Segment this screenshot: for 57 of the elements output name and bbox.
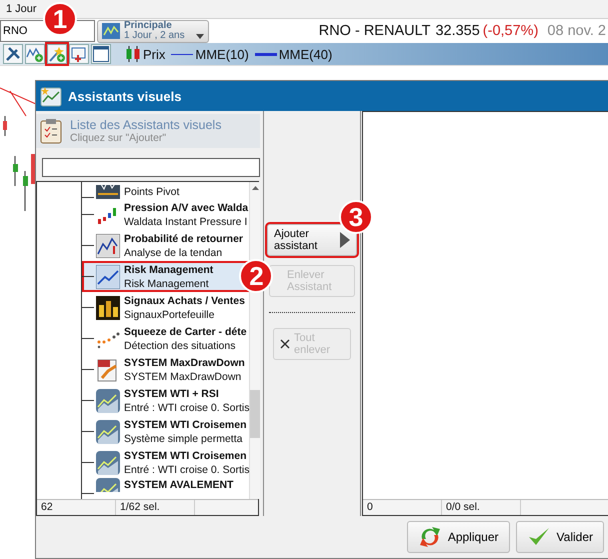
object-add-icon xyxy=(70,45,88,63)
chart-selector[interactable]: Principale 1 Jour , 2 ans xyxy=(97,20,209,42)
legend-label: MME(40) xyxy=(278,46,332,62)
toolbar-button[interactable] xyxy=(47,44,67,64)
apply-button[interactable]: Appliquer xyxy=(406,521,510,553)
scrollbar-thumb[interactable] xyxy=(250,390,260,438)
chart-icon xyxy=(102,23,120,39)
right-triangle-icon xyxy=(340,232,350,248)
list-item[interactable]: SYSTEM WTI + RSI Entré : WTI croise 0. Sortis xyxy=(82,385,250,416)
status-cell: 0/0 sel. xyxy=(442,500,521,515)
search-field[interactable] xyxy=(42,158,260,177)
candles-icon xyxy=(125,45,141,63)
list-item[interactable]: Signaux Achats / Ventes SignauxPortefeuille xyxy=(82,292,250,323)
quote-date: 08 nov. 2 xyxy=(547,23,606,39)
chart-icon xyxy=(96,450,120,474)
chart-icon xyxy=(96,420,120,444)
refresh-arrows-icon xyxy=(418,525,442,549)
chart-wizard-icon xyxy=(40,85,62,107)
bars-icon xyxy=(96,296,120,320)
list-item[interactable]: SYSTEM MaxDrawDown SYSTEM MaxDrawDown xyxy=(82,354,250,385)
chart-icon xyxy=(96,478,120,492)
list-item[interactable]: Points Pivot xyxy=(82,182,250,199)
status-cell: 62 xyxy=(37,500,116,515)
wand-add-icon xyxy=(48,45,66,63)
list-hint: Cliquez sur "Ajouter" xyxy=(70,132,168,144)
chart-icon xyxy=(96,234,120,258)
list-item[interactable]: SYSTEM WTI Croisemen Système simple permetta xyxy=(82,416,250,447)
period-label: 1 Jour xyxy=(6,3,37,15)
instrument-name: RNO - RENAULT xyxy=(318,23,430,39)
clipboard-icon xyxy=(40,118,62,144)
toolbar-button[interactable] xyxy=(91,44,111,64)
price-change: (-0,57%) xyxy=(482,23,538,39)
list-item[interactable]: Pression A/V avec Walda Waldata Instant Pressure I xyxy=(82,199,250,230)
chart-icon xyxy=(96,264,120,288)
list-item[interactable]: SYSTEM WTI Croisemen Entré : WTI croise 0. Sortis xyxy=(82,447,250,478)
list-item[interactable]: Squeeze de Carter - déte Détection des situations xyxy=(82,323,250,354)
toolbar-button[interactable] xyxy=(69,44,89,64)
toolbar-button[interactable] xyxy=(25,44,45,64)
window-icon xyxy=(92,45,110,63)
list-item[interactable]: Risk Management Risk Management xyxy=(82,261,250,292)
dialog-title: Assistants visuels xyxy=(68,88,182,104)
indicator-add-icon xyxy=(26,45,44,63)
legend-label: Prix xyxy=(143,46,166,62)
status-cell: 1/62 sel. xyxy=(116,500,195,515)
up-arrow-icon xyxy=(252,186,259,190)
validate-button[interactable]: Valider xyxy=(516,521,604,553)
status-cell: 0 xyxy=(363,500,442,515)
line-icon xyxy=(254,52,277,56)
list-item[interactable]: Probabilité de retourner Analyse de la tendan xyxy=(82,230,250,261)
list-title: Liste des Assistants visuels xyxy=(70,118,222,132)
document-icon xyxy=(96,358,120,382)
price-value: 32.355 xyxy=(435,23,480,39)
legend-label: MME(10) xyxy=(195,46,249,62)
chart-icon xyxy=(96,388,120,412)
dropdown-caret-icon xyxy=(196,34,204,38)
chart-icon xyxy=(96,185,120,199)
close-icon xyxy=(280,339,290,349)
